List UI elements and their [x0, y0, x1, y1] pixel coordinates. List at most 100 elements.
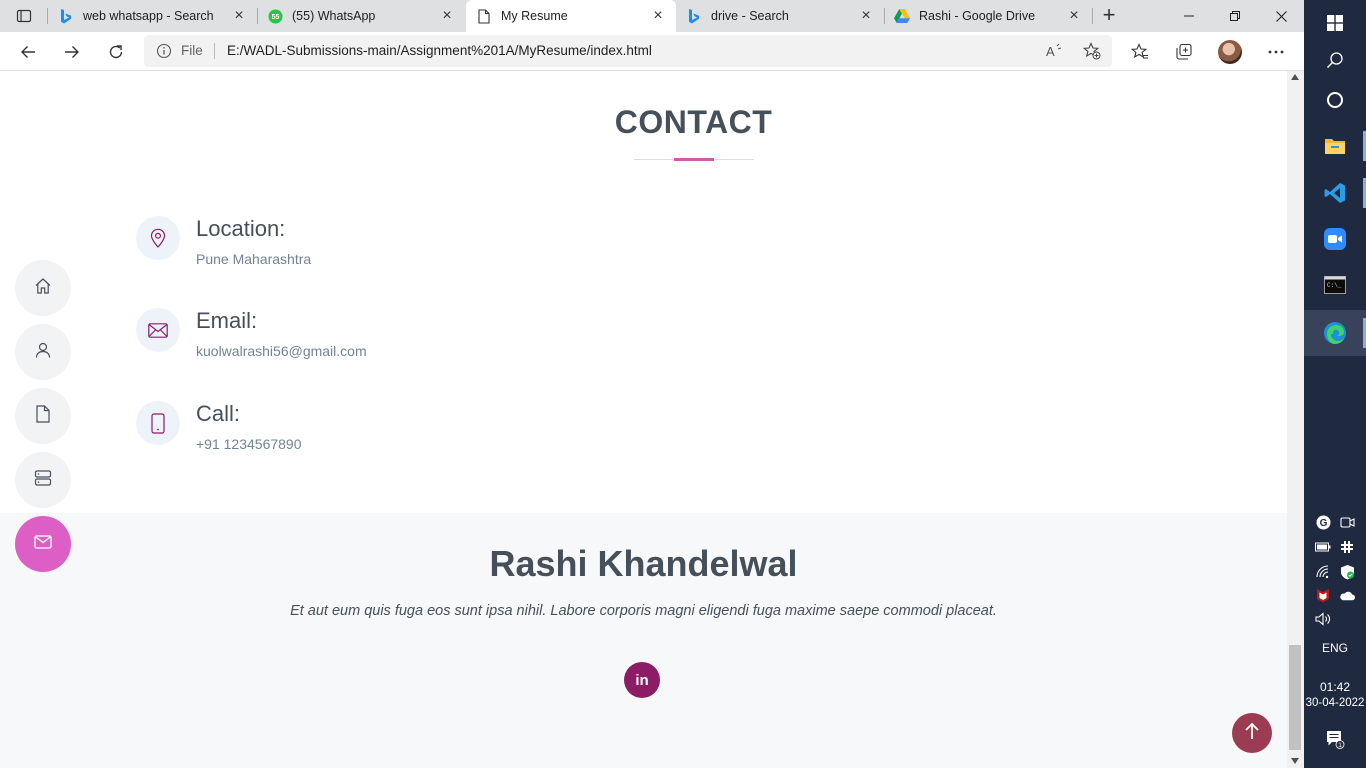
scheme-label: File [181, 43, 203, 58]
tab-google-drive[interactable]: Rashi - Google Drive × [884, 0, 1092, 32]
close-icon[interactable]: × [858, 8, 874, 24]
close-icon[interactable]: × [1066, 8, 1082, 24]
close-icon[interactable]: × [650, 8, 666, 24]
url-text[interactable]: E:/WADL-Submissions-main/Assignment%201A… [227, 43, 652, 58]
nav-resume-button[interactable] [15, 388, 71, 444]
file-icon [36, 404, 50, 428]
tray-row [1304, 564, 1366, 584]
notification-count: 1 [1338, 742, 1342, 749]
linkedin-icon[interactable]: in [624, 662, 660, 698]
clock-date[interactable]: 30-04-2022 [1304, 697, 1366, 709]
map-pin-icon [136, 216, 180, 260]
tray-row: G [1304, 514, 1366, 534]
minimize-button[interactable] [1166, 0, 1212, 32]
read-aloud-icon[interactable]: A [1044, 40, 1066, 62]
meet-now-icon[interactable] [1339, 514, 1355, 530]
tab-title: Rashi - Google Drive [919, 9, 1036, 23]
vscode-icon[interactable] [1304, 170, 1366, 216]
scroll-thumb[interactable] [1289, 645, 1301, 750]
svg-text:A: A [1046, 44, 1055, 59]
arrow-up-icon [1244, 722, 1260, 745]
svg-text:C:\_: C:\_ [1327, 282, 1342, 289]
tray-row [1304, 611, 1366, 631]
slack-icon[interactable] [1339, 539, 1355, 555]
scroll-down-arrow[interactable] [1291, 758, 1299, 764]
bing-icon [686, 8, 702, 24]
contact-title: CONTACT [614, 104, 773, 140]
server-icon [34, 469, 52, 491]
page-scrollbar[interactable] [1287, 71, 1304, 768]
zoom-icon[interactable] [1304, 216, 1366, 262]
mcafee-icon[interactable] [1315, 587, 1331, 603]
close-icon[interactable]: × [439, 8, 455, 24]
nav-contact-button[interactable] [15, 516, 71, 572]
browser-toolbar: File E:/WADL-Submissions-main/Assignment… [0, 32, 1304, 71]
back-button[interactable] [13, 37, 43, 67]
tab-strip: web whatsapp - Search × 55 (55) WhatsApp… [0, 0, 1304, 32]
page-viewport: CONTACT Location: Pune Maharashtra Email… [0, 71, 1287, 768]
svg-text:G: G [1319, 518, 1327, 529]
phone-icon [136, 401, 180, 445]
more-menu-button[interactable] [1261, 37, 1291, 67]
google-drive-icon [894, 8, 910, 24]
call-label: Call: [196, 401, 241, 426]
nav-about-button[interactable] [15, 324, 71, 380]
tab-actions-icon[interactable] [8, 4, 40, 28]
tab-whatsapp[interactable]: 55 (55) WhatsApp × [257, 0, 465, 32]
tab-my-resume[interactable]: My Resume × [466, 0, 676, 32]
wifi-icon[interactable] [1315, 564, 1331, 580]
tab-title: My Resume [501, 9, 568, 23]
page-icon [476, 8, 492, 24]
forward-button[interactable] [57, 37, 87, 67]
tray-spacer [1339, 611, 1355, 627]
edge-icon[interactable] [1304, 310, 1366, 356]
restore-button[interactable] [1212, 0, 1258, 32]
whatsapp-icon: 55 [267, 8, 283, 24]
clock-time[interactable]: 01:42 [1304, 680, 1366, 694]
back-to-top-button[interactable] [1232, 713, 1272, 753]
add-favorite-icon[interactable] [1081, 40, 1103, 62]
collections-button[interactable] [1169, 37, 1199, 67]
notifications-icon[interactable]: 1 [1304, 716, 1366, 762]
favorites-button[interactable] [1125, 37, 1155, 67]
envelope-icon [136, 308, 180, 352]
user-icon [34, 341, 52, 364]
new-tab-button[interactable]: + [1097, 4, 1121, 28]
close-window-button[interactable] [1258, 0, 1304, 32]
nav-services-button[interactable] [15, 452, 71, 508]
footer-name: Rashi Khandelwal [489, 543, 798, 584]
refresh-button[interactable] [101, 37, 131, 67]
nav-home-button[interactable] [15, 260, 71, 316]
tray-row [1304, 539, 1366, 559]
location-label: Location: [196, 216, 286, 241]
email-label: Email: [196, 308, 258, 333]
tab-drive-search[interactable]: drive - Search × [676, 0, 884, 32]
grammarly-icon[interactable]: G [1315, 514, 1331, 530]
address-bar[interactable]: File E:/WADL-Submissions-main/Assignment… [144, 35, 1112, 67]
volume-icon[interactable] [1315, 611, 1331, 627]
language-indicator[interactable]: ENG [1304, 641, 1366, 655]
profile-avatar[interactable] [1218, 40, 1242, 64]
address-divider [214, 43, 215, 59]
close-icon[interactable]: × [231, 8, 247, 24]
info-icon[interactable] [156, 43, 172, 64]
tab-title: (55) WhatsApp [292, 9, 376, 23]
cortana-icon[interactable] [1304, 77, 1366, 123]
file-explorer-icon[interactable] [1304, 123, 1366, 169]
security-shield-icon[interactable] [1339, 564, 1355, 580]
terminal-icon[interactable]: C:\_ [1304, 262, 1366, 308]
battery-icon[interactable] [1315, 539, 1331, 555]
envelope-icon [34, 534, 52, 554]
windows-taskbar: C:\_ G ENG 01:42 30-04-2022 1 [1304, 0, 1366, 768]
home-icon [34, 277, 52, 300]
scroll-up-arrow[interactable] [1291, 74, 1299, 80]
email-value[interactable]: kuolwalrashi56@gmail.com [196, 343, 367, 359]
call-value[interactable]: +91 1234567890 [196, 436, 302, 452]
svg-text:55: 55 [271, 14, 279, 21]
footer-tagline: Et aut eum quis fuga eos sunt ipsa nihil… [290, 603, 997, 619]
tab-web-whatsapp-search[interactable]: web whatsapp - Search × [48, 0, 257, 32]
onedrive-icon[interactable] [1339, 587, 1355, 603]
bing-icon [58, 8, 74, 24]
footer: Rashi Khandelwal Et aut eum quis fuga eo… [0, 513, 1287, 768]
tab-title: web whatsapp - Search [83, 9, 214, 23]
